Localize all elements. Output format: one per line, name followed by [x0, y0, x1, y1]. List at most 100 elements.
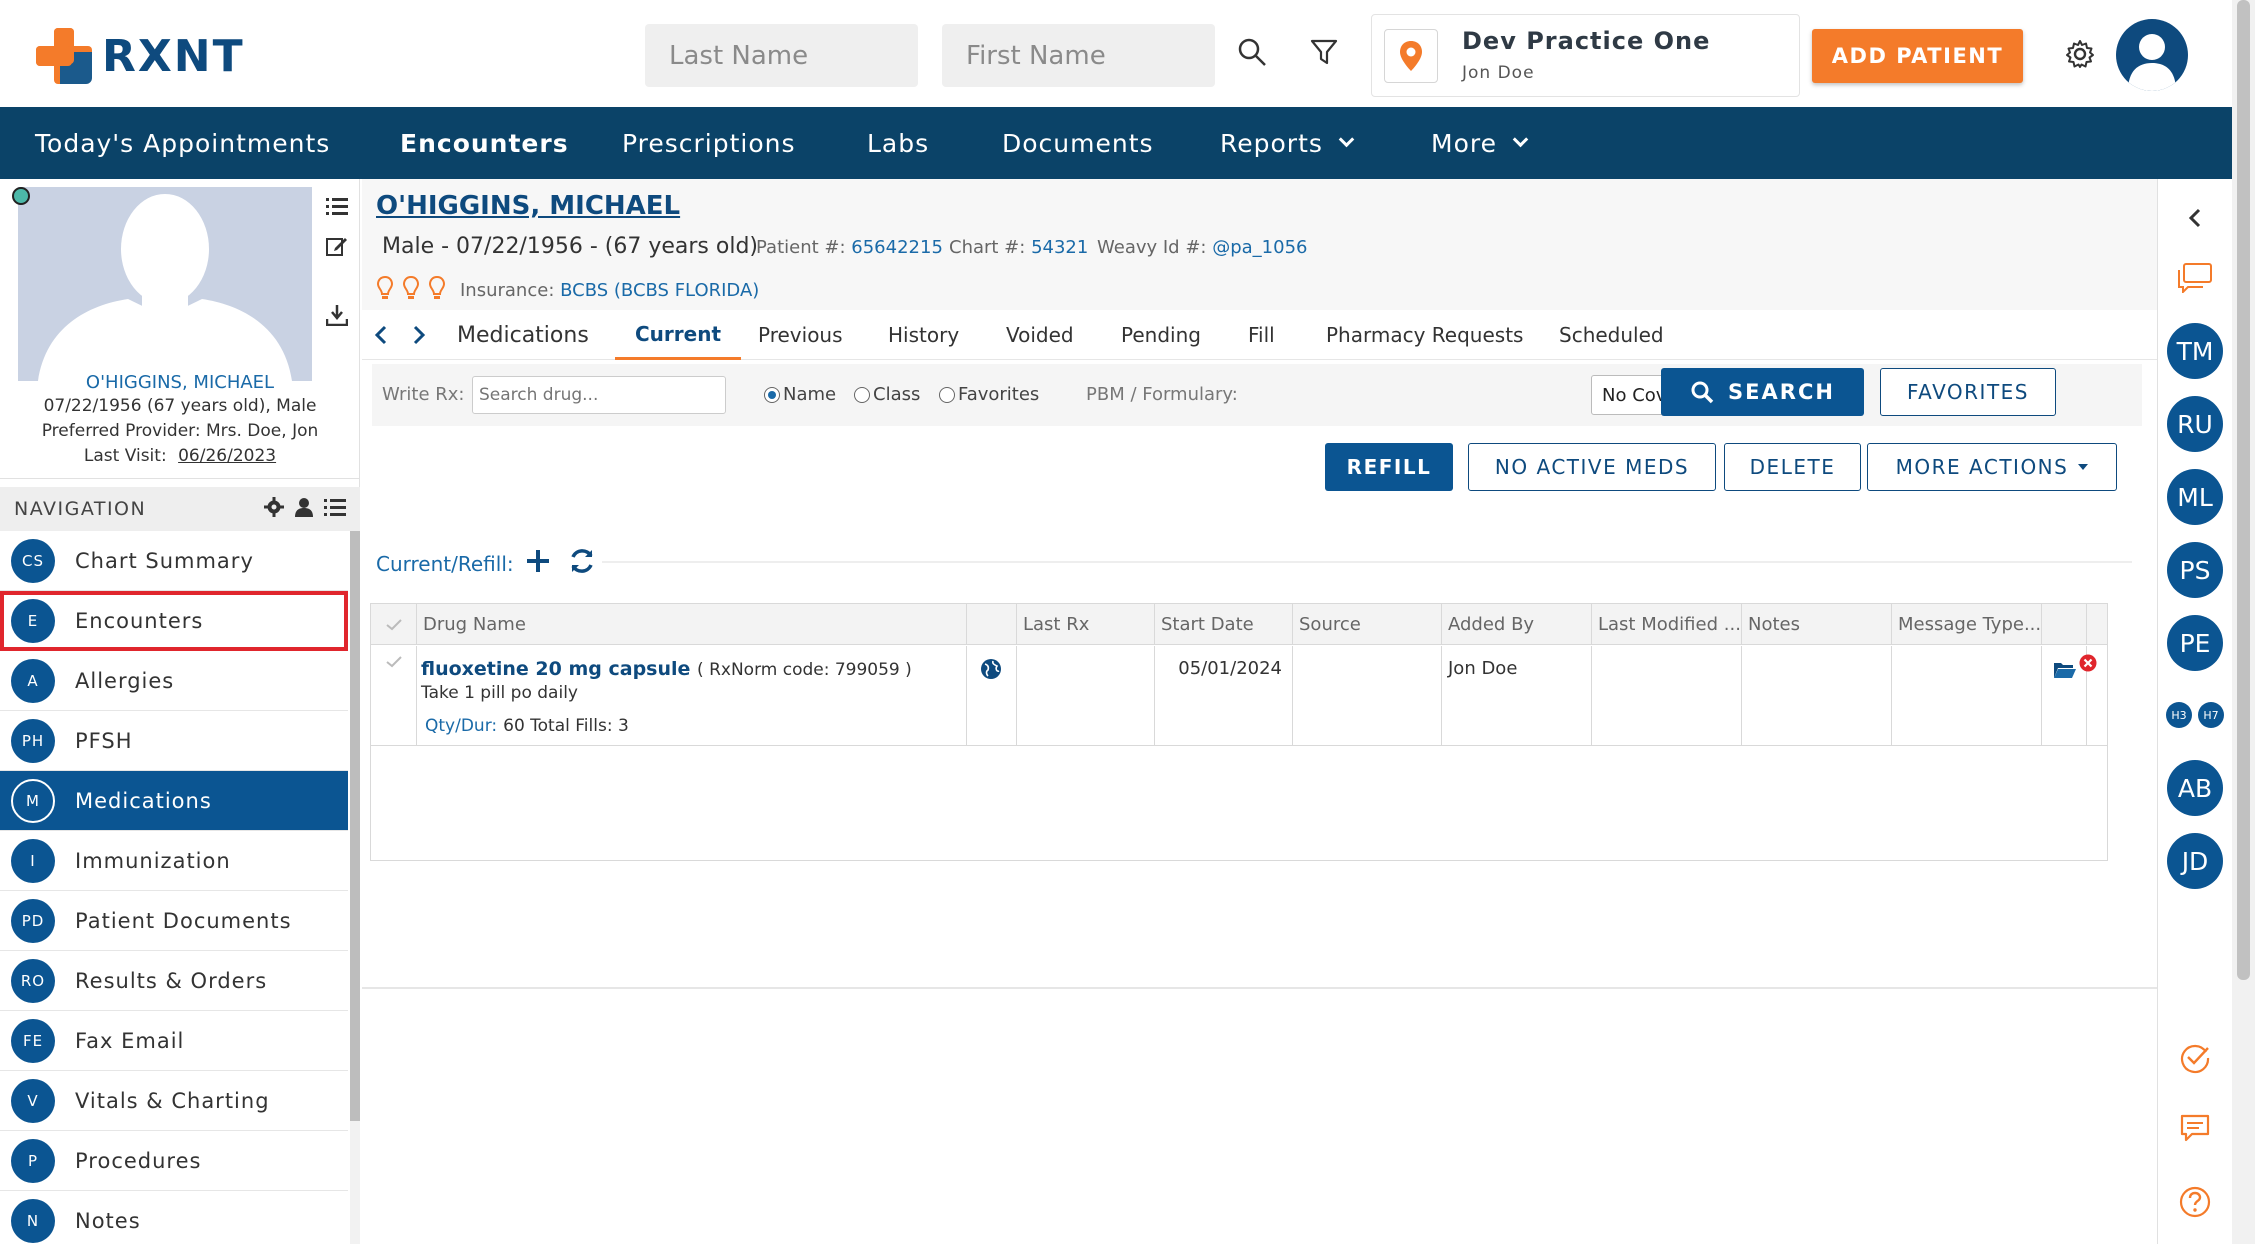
last-visit-link[interactable]: 06/26/2023: [178, 446, 276, 466]
scrollbar-thumb[interactable]: [350, 531, 360, 1121]
gear-icon[interactable]: [264, 497, 284, 522]
list-icon[interactable]: [322, 191, 352, 221]
add-patient-button[interactable]: ADD PATIENT: [1812, 29, 2023, 83]
message-icon[interactable]: [2178, 1111, 2212, 1145]
chat-icon[interactable]: [2178, 261, 2212, 295]
sidebar-item-allergies[interactable]: A Allergies: [0, 651, 348, 711]
rxnt-logo[interactable]: RXNT: [36, 28, 245, 84]
row-checkbox[interactable]: [371, 646, 417, 746]
nav-documents[interactable]: Documents: [1002, 107, 1154, 179]
search-icon[interactable]: [1234, 34, 1270, 70]
nav-labs[interactable]: Labs: [867, 107, 929, 179]
lightbulb-icon[interactable]: [376, 275, 394, 305]
list-icon[interactable]: [324, 497, 346, 522]
refill-button[interactable]: REFILL: [1325, 443, 1453, 491]
avatar-ab[interactable]: AB: [2167, 760, 2223, 816]
lightbulb-icon[interactable]: [402, 275, 420, 305]
folder-open-icon[interactable]: [2053, 661, 2077, 683]
navigation-scrollbar[interactable]: [350, 531, 360, 1244]
insurance-value[interactable]: BCBS (BCBS FLORIDA): [560, 280, 759, 301]
nav-reports[interactable]: Reports: [1220, 107, 1355, 179]
scrollbar-thumb[interactable]: [2237, 0, 2250, 980]
last-name-input[interactable]: [645, 24, 918, 87]
avatar-ps[interactable]: PS: [2167, 542, 2223, 598]
sidebar-item-fax-email[interactable]: FE Fax Email: [0, 1011, 348, 1071]
radio-button[interactable]: [854, 386, 870, 403]
drug-name-link[interactable]: fluoxetine 20 mg capsule ( RxNorm code: …: [421, 658, 912, 680]
column-header[interactable]: Source: [1293, 604, 1442, 645]
column-header[interactable]: Added By: [1442, 604, 1592, 645]
sidebar-item-patient-documents[interactable]: PD Patient Documents: [0, 891, 348, 951]
chevron-right-icon[interactable]: [412, 310, 426, 360]
column-header[interactable]: Last Modified ...: [1592, 604, 1742, 645]
nav-encounters[interactable]: Encounters: [400, 107, 569, 179]
sidebar-item-medications[interactable]: M Medications: [0, 771, 348, 831]
filter-icon[interactable]: [1306, 34, 1342, 70]
nav-todays-appointments[interactable]: Today's Appointments: [35, 107, 330, 179]
table-row[interactable]: fluoxetine 20 mg capsule ( RxNorm code: …: [371, 646, 2107, 746]
tab-current[interactable]: Current: [615, 310, 742, 360]
chevron-left-icon[interactable]: [374, 310, 388, 360]
column-header-blank: [2087, 604, 2107, 645]
avatar-h7[interactable]: H7: [2198, 702, 2224, 728]
sidebar-item-procedures[interactable]: P Procedures: [0, 1131, 348, 1191]
radio-class[interactable]: Class: [854, 384, 920, 405]
tab-pharmacy-requests[interactable]: Pharmacy Requests: [1326, 310, 1523, 360]
more-actions-button[interactable]: MORE ACTIONS: [1867, 443, 2117, 491]
nav-more[interactable]: More: [1431, 107, 1529, 179]
column-header[interactable]: Last Rx: [1017, 604, 1155, 645]
avatar-ru[interactable]: RU: [2167, 396, 2223, 452]
chevron-left-icon[interactable]: [2178, 201, 2212, 235]
sidebar-item-notes[interactable]: N Notes: [0, 1191, 348, 1244]
sidebar-item-chart-summary[interactable]: CS Chart Summary: [0, 531, 348, 591]
avatar-ml[interactable]: ML: [2167, 469, 2223, 525]
globe-icon[interactable]: [980, 658, 1002, 684]
tab-voided[interactable]: Voided: [1006, 310, 1074, 360]
tab-previous[interactable]: Previous: [758, 310, 843, 360]
search-button[interactable]: SEARCH: [1661, 368, 1864, 416]
radio-name[interactable]: Name: [764, 384, 836, 405]
avatar-jd[interactable]: JD: [2167, 833, 2223, 889]
no-active-meds-button[interactable]: NO ACTIVE MEDS: [1468, 443, 1716, 491]
practice-selector[interactable]: Dev Practice One Jon Doe: [1371, 14, 1800, 97]
edit-icon[interactable]: [322, 231, 352, 261]
column-header[interactable]: Notes: [1742, 604, 1892, 645]
column-header[interactable]: Message Type...: [1892, 604, 2042, 645]
favorites-button[interactable]: FAVORITES: [1880, 368, 2056, 416]
delete-button[interactable]: DELETE: [1724, 443, 1861, 491]
close-icon[interactable]: [2079, 654, 2097, 676]
sidebar-item-encounters[interactable]: E Encounters: [0, 591, 348, 651]
user-icon[interactable]: [294, 497, 314, 522]
download-icon[interactable]: [322, 300, 352, 330]
check-circle-icon[interactable]: [2178, 1041, 2212, 1075]
tab-pending[interactable]: Pending: [1121, 310, 1201, 360]
radio-button[interactable]: [764, 386, 780, 403]
help-icon[interactable]: [2178, 1185, 2212, 1219]
user-avatar[interactable]: [2116, 19, 2188, 91]
drug-search-input[interactable]: [472, 376, 726, 414]
avatar-tm[interactable]: TM: [2167, 323, 2223, 379]
lightbulb-icon[interactable]: [428, 275, 446, 305]
page-scrollbar[interactable]: [2232, 0, 2255, 1244]
radio-button[interactable]: [939, 386, 955, 403]
avatar-h3[interactable]: H3: [2166, 702, 2192, 728]
refresh-icon[interactable]: [568, 547, 596, 580]
tab-history[interactable]: History: [888, 310, 959, 360]
column-header[interactable]: Drug Name: [417, 604, 967, 645]
nav-prescriptions[interactable]: Prescriptions: [622, 107, 796, 179]
sidebar-item-results-orders[interactable]: RO Results & Orders: [0, 951, 348, 1011]
add-icon[interactable]: [526, 549, 550, 578]
radio-favorites[interactable]: Favorites: [939, 384, 1039, 405]
profile-name[interactable]: O'HIGGINS, MICHAEL: [0, 372, 360, 393]
tab-scheduled[interactable]: Scheduled: [1559, 310, 1664, 360]
avatar-pe[interactable]: PE: [2167, 615, 2223, 671]
first-name-input[interactable]: [942, 24, 1215, 87]
column-header[interactable]: Start Date: [1155, 604, 1293, 645]
sidebar-item-vitals-charting[interactable]: V Vitals & Charting: [0, 1071, 348, 1131]
sidebar-item-immunization[interactable]: I Immunization: [0, 831, 348, 891]
tab-fill[interactable]: Fill: [1248, 310, 1275, 360]
gear-icon[interactable]: [2062, 36, 2098, 72]
sidebar-item-pfsh[interactable]: PH PFSH: [0, 711, 348, 771]
patient-name[interactable]: O'HIGGINS, MICHAEL: [376, 191, 680, 221]
select-all-checkbox[interactable]: [371, 604, 417, 645]
